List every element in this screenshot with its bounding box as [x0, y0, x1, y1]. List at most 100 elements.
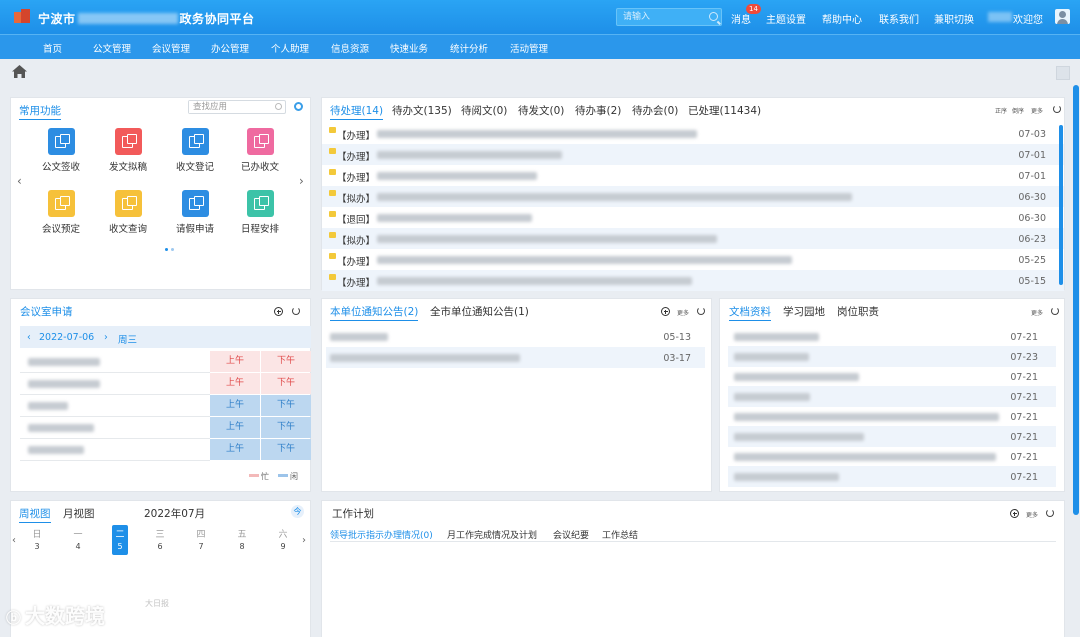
chevron-left-icon[interactable]: ‹	[17, 174, 22, 188]
chevron-left-icon[interactable]: ‹	[12, 535, 16, 546]
calendar-day[interactable]: 三6	[152, 527, 168, 551]
calendar-day[interactable]: 四7	[193, 527, 209, 551]
user-avatar-icon[interactable]	[1055, 9, 1070, 24]
search-icon[interactable]	[275, 103, 282, 110]
todo-row[interactable]: 【拟办】 06-23	[322, 228, 1064, 249]
app-receive-register[interactable]: 收文登记	[165, 128, 225, 173]
tab-job-duties[interactable]: 岗位职责	[837, 304, 879, 319]
todo-row[interactable]: 【办理】 07-01	[322, 165, 1064, 186]
add-icon[interactable]	[1010, 509, 1019, 518]
global-search-input[interactable]	[617, 9, 703, 25]
carousel-dots[interactable]	[165, 243, 177, 254]
am-slot[interactable]: 上午	[210, 439, 260, 460]
main-nav-meetings[interactable]: 会议管理	[152, 41, 190, 55]
tab-city-notices[interactable]: 全市单位通知公告(1)	[430, 304, 529, 319]
tab-documents[interactable]: 文档资料	[729, 304, 771, 321]
calendar-day-selected[interactable]: 二5	[112, 525, 128, 555]
more-button[interactable]: 更多	[1031, 308, 1043, 317]
calendar-day[interactable]: 六9	[275, 527, 291, 551]
main-nav-personal[interactable]: 个人助理	[271, 41, 309, 55]
main-nav-info-resources[interactable]: 信息资源	[331, 41, 369, 55]
tab-pending-meetings[interactable]: 待办会(0)	[632, 103, 678, 118]
main-nav-activities[interactable]: 活动管理	[510, 41, 548, 55]
refresh-icon[interactable]	[292, 307, 300, 315]
app-search-input[interactable]	[189, 101, 269, 113]
am-slot[interactable]: 上午	[210, 417, 260, 438]
tab-month-view[interactable]: 月视图	[63, 506, 95, 521]
app-meeting-booking[interactable]: 会议预定	[31, 190, 91, 235]
todo-row[interactable]: 【办理】 07-01	[322, 144, 1064, 165]
todo-row[interactable]: 【办理】 05-25	[322, 249, 1064, 270]
app-received-query[interactable]: 收文查询	[98, 190, 158, 235]
more-button[interactable]: 更多	[677, 308, 689, 317]
nav-theme-settings[interactable]: 主题设置	[766, 11, 806, 26]
pm-slot[interactable]: 下午	[261, 351, 311, 372]
todo-row[interactable]: 【办理】 07-03	[322, 123, 1064, 144]
tab-pending[interactable]: 待处理(14)	[330, 103, 384, 120]
app-leave-request[interactable]: 请假申请	[165, 190, 225, 235]
doc-row[interactable]: 07-21	[728, 326, 1056, 347]
notice-row[interactable]: 03-17	[326, 347, 705, 368]
nav-help-center[interactable]: 帮助中心	[822, 11, 862, 26]
app-search[interactable]	[188, 100, 286, 114]
doc-row[interactable]: 07-21	[728, 426, 1056, 447]
chevron-right-icon[interactable]: ›	[302, 535, 306, 546]
doc-row[interactable]: 07-21	[728, 446, 1056, 467]
layout-toggle-icon[interactable]	[1056, 66, 1070, 80]
tab-week-view[interactable]: 周视图	[19, 506, 51, 523]
page-scrollbar[interactable]	[1073, 85, 1079, 515]
add-icon[interactable]	[661, 307, 670, 316]
doc-row[interactable]: 07-21	[728, 386, 1056, 407]
today-button[interactable]: 今	[291, 505, 304, 518]
am-slot[interactable]: 上午	[210, 373, 260, 394]
app-document-receive[interactable]: 公文签收	[31, 128, 91, 173]
todo-row[interactable]: 【办理】 05-15	[322, 270, 1064, 291]
calendar-day[interactable]: 日3	[29, 527, 45, 551]
refresh-icon[interactable]	[697, 307, 705, 315]
app-processed-received[interactable]: 已办收文	[230, 128, 290, 173]
subtab-leader-instructions[interactable]: 领导批示指示办理情况(0)	[330, 528, 433, 542]
subtab-work-summary[interactable]: 工作总结	[602, 528, 638, 541]
doc-row[interactable]: 07-21	[728, 366, 1056, 387]
todo-row[interactable]: 【退回】 06-30	[322, 207, 1064, 228]
tab-pending-docs[interactable]: 待办文(135)	[392, 103, 452, 118]
todo-row[interactable]: 【拟办】 06-30	[322, 186, 1064, 207]
calendar-day[interactable]: 五8	[234, 527, 250, 551]
sort-desc-button[interactable]: 倒序	[1012, 106, 1024, 115]
prev-date-button[interactable]: ‹	[27, 332, 31, 343]
chevron-right-icon[interactable]: ›	[299, 174, 304, 188]
nav-switch-role[interactable]: 兼职切换	[934, 11, 974, 26]
main-nav-documents[interactable]: 公文管理	[93, 41, 131, 55]
subtab-monthly-plan[interactable]: 月工作完成情况及计划	[447, 528, 537, 541]
search-icon[interactable]	[709, 12, 718, 21]
pm-slot[interactable]: 下午	[261, 373, 311, 394]
am-slot[interactable]: 上午	[210, 395, 260, 416]
global-search[interactable]	[616, 8, 722, 26]
doc-row[interactable]: 07-21	[728, 466, 1056, 487]
next-date-button[interactable]: ›	[104, 332, 108, 343]
main-nav-home[interactable]: 首页	[43, 41, 62, 55]
tab-to-send[interactable]: 待发文(0)	[518, 103, 564, 118]
refresh-icon[interactable]	[1053, 105, 1061, 113]
main-nav-statistics[interactable]: 统计分析	[450, 41, 488, 55]
pm-slot[interactable]: 下午	[261, 417, 311, 438]
more-button[interactable]: 更多	[1031, 106, 1043, 115]
sort-asc-button[interactable]: 正序	[995, 106, 1007, 115]
app-draft-document[interactable]: 发文拟稿	[98, 128, 158, 173]
tab-unit-notices[interactable]: 本单位通知公告(2)	[330, 304, 419, 321]
subtab-meeting-minutes[interactable]: 会议纪要	[553, 528, 589, 541]
tab-to-read[interactable]: 待阅文(0)	[461, 103, 507, 118]
more-button[interactable]: 更多	[1026, 510, 1038, 519]
doc-row[interactable]: 07-23	[728, 346, 1056, 367]
pm-slot[interactable]: 下午	[261, 439, 311, 460]
doc-row[interactable]: 07-21	[728, 406, 1056, 427]
add-icon[interactable]	[274, 307, 283, 316]
calendar-day[interactable]: 一4	[70, 527, 86, 551]
tab-learning[interactable]: 学习园地	[783, 304, 825, 319]
refresh-icon[interactable]	[1051, 307, 1059, 315]
main-nav-office[interactable]: 办公管理	[211, 41, 249, 55]
main-nav-quick-business[interactable]: 快速业务	[390, 41, 428, 55]
gear-icon[interactable]	[294, 102, 303, 111]
am-slot[interactable]: 上午	[210, 351, 260, 372]
tab-pending-tasks[interactable]: 待办事(2)	[575, 103, 621, 118]
